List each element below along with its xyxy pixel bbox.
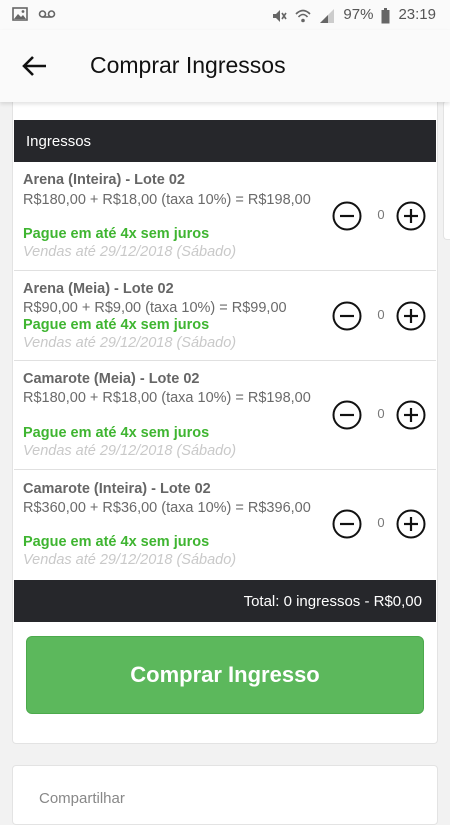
share-label[interactable]: Compartilhar [39, 790, 125, 807]
ticket-price: R$90,00 + R$9,00 (taxa 10%) = R$99,00 [23, 300, 287, 316]
increase-button[interactable] [396, 400, 426, 430]
signal-icon [319, 8, 335, 23]
tickets-section-header: Ingressos [14, 120, 436, 162]
quantity-value: 0 [377, 307, 385, 322]
quantity-value: 0 [377, 207, 385, 222]
ticket-name: Arena (Inteira) - Lote 02 [23, 172, 185, 188]
ticket-price: R$180,00 + R$18,00 (taxa 10%) = R$198,00 [23, 192, 311, 208]
decrease-button[interactable] [332, 400, 362, 430]
ticket-promo: Pague em até 4x sem juros [23, 534, 210, 550]
ticket-row: Camarote (Inteira) - Lote 02 R$360,00 + … [14, 470, 436, 580]
quantity-stepper: 0 [332, 301, 430, 331]
total-bar: Total: 0 ingressos - R$0,00 [14, 580, 436, 622]
decrease-button[interactable] [332, 201, 362, 231]
total-text: Total: 0 ingressos - R$0,00 [243, 593, 422, 610]
ticket-sales-until: Vendas até 29/12/2018 (Sábado) [23, 244, 237, 260]
wifi-icon [295, 8, 311, 22]
ticket-sales-until: Vendas até 29/12/2018 (Sábado) [23, 552, 237, 568]
section-title: Ingressos [26, 133, 92, 150]
increase-button[interactable] [396, 201, 426, 231]
app-bar: Comprar Ingressos [0, 30, 450, 102]
decrease-button[interactable] [332, 509, 362, 539]
increase-button[interactable] [396, 509, 426, 539]
ticket-promo: Pague em até 4x sem juros [23, 226, 210, 242]
ticket-row: Arena (Meia) - Lote 02 R$90,00 + R$9,00 … [14, 271, 436, 361]
quantity-value: 0 [377, 406, 385, 421]
buy-ticket-button[interactable]: Comprar Ingresso [26, 636, 424, 714]
side-panel-edge [443, 100, 450, 240]
battery-icon [381, 7, 390, 23]
quantity-stepper: 0 [332, 400, 430, 430]
quantity-stepper: 0 [332, 509, 430, 539]
ticket-sales-until: Vendas até 29/12/2018 (Sábado) [23, 335, 237, 351]
ticket-price: R$180,00 + R$18,00 (taxa 10%) = R$198,00 [23, 390, 311, 406]
ticket-row: Camarote (Meia) - Lote 02 R$180,00 + R$1… [14, 361, 436, 470]
ticket-name: Camarote (Inteira) - Lote 02 [23, 481, 211, 497]
status-bar: 97% 23:19 [0, 0, 450, 30]
ticket-price: R$360,00 + R$36,00 (taxa 10%) = R$396,00 [23, 500, 311, 516]
back-arrow-icon[interactable] [20, 52, 50, 80]
ticket-name: Camarote (Meia) - Lote 02 [23, 371, 200, 387]
share-card: Compartilhar [12, 765, 438, 825]
decrease-button[interactable] [332, 301, 362, 331]
mute-icon [271, 8, 288, 22]
battery-level: 97% [343, 6, 374, 23]
increase-button[interactable] [396, 301, 426, 331]
ticket-name: Arena (Meia) - Lote 02 [23, 281, 174, 297]
ticket-promo: Pague em até 4x sem juros [23, 317, 210, 333]
quantity-value: 0 [377, 515, 385, 530]
page-title: Comprar Ingressos [90, 52, 286, 78]
quantity-stepper: 0 [332, 201, 430, 231]
ticket-promo: Pague em até 4x sem juros [23, 425, 210, 441]
voicemail-icon [38, 7, 56, 21]
image-notification-icon [12, 7, 28, 21]
ticket-sales-until: Vendas até 29/12/2018 (Sábado) [23, 443, 237, 459]
clock: 23:19 [398, 6, 436, 23]
ticket-row: Arena (Inteira) - Lote 02 R$180,00 + R$1… [14, 162, 436, 271]
